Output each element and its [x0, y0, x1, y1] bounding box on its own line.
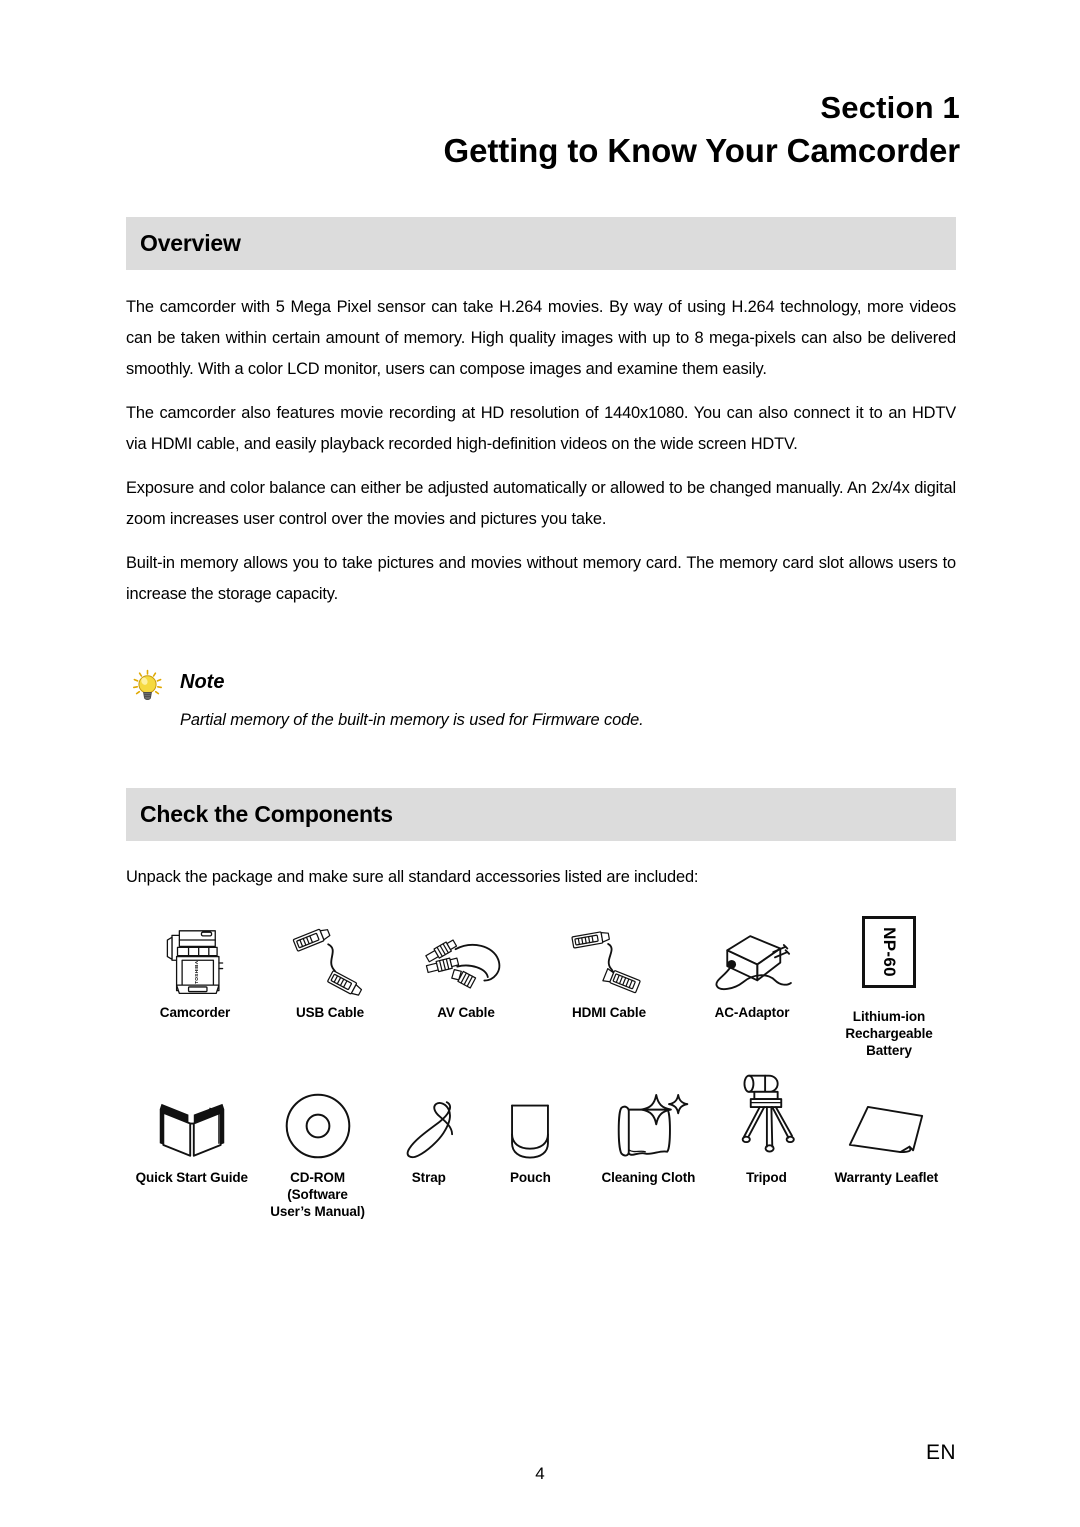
components-section-header: Check the Components — [126, 788, 956, 841]
components-intro: Unpack the package and make sure all sta… — [126, 868, 699, 886]
component-cleaning-cloth: Cleaning Cloth — [581, 1071, 716, 1186]
document-page: Section 1 Getting to Know Your Camcorder… — [0, 0, 1080, 1527]
component-label: AC-Adaptor — [714, 1005, 790, 1020]
component-label: Strap — [411, 1170, 446, 1185]
note-text: Partial memory of the built-in memory is… — [180, 711, 644, 729]
component-warranty-leaflet: Warranty Leaflet — [817, 1071, 956, 1186]
note-header: Note — [126, 668, 956, 704]
component-usb-cable: USB Cable — [264, 912, 396, 1021]
components-grid: TOSHIBA Camcorder USB Cable AV Cable HDM… — [126, 912, 956, 1220]
component-label: AV Cable — [437, 1005, 495, 1020]
component-label: Warranty Leaflet — [834, 1170, 939, 1185]
components-intro-wrap: Unpack the package and make sure all sta… — [126, 862, 956, 893]
overview-body: The camcorder with 5 Mega Pixel sensor c… — [126, 292, 956, 610]
page-title: Getting to Know Your Camcorder — [443, 132, 961, 169]
component-label: Pouch — [509, 1170, 551, 1185]
cleaning-cloth-icon — [581, 1071, 716, 1163]
component-camcorder: TOSHIBA Camcorder — [126, 912, 264, 1021]
component-label: HDMI Cable — [571, 1005, 646, 1020]
overview-paragraph-4: Built-in memory allows you to take pictu… — [126, 554, 956, 603]
battery-model-label: NP-60 — [880, 927, 899, 977]
component-strap: Strap — [378, 1071, 481, 1186]
component-cd-rom: CD-ROM (Software User’s Manual) — [258, 1071, 378, 1220]
strap-icon — [378, 1071, 481, 1163]
overview-heading: Overview — [140, 230, 241, 256]
component-av-cable: AV Cable — [396, 912, 536, 1021]
hdmi-cable-icon — [536, 912, 682, 998]
warranty-leaflet-icon — [817, 1071, 956, 1163]
component-label: Camcorder — [159, 1005, 231, 1020]
component-battery: NP-60 Lithium-ion Rechargeable Battery — [822, 912, 956, 1059]
note-title: Note — [180, 671, 225, 693]
footer-language: EN — [926, 1441, 956, 1464]
section-label: Section 1 — [820, 90, 960, 125]
battery-body: NP-60 — [862, 916, 916, 988]
av-cable-icon — [396, 912, 536, 998]
overview-paragraph-1: The camcorder with 5 Mega Pixel sensor c… — [126, 298, 956, 378]
component-pouch: Pouch — [480, 1071, 581, 1186]
component-label: USB Cable — [295, 1005, 365, 1020]
battery-icon: NP-60 — [822, 912, 956, 1002]
components-row-2: Quick Start Guide CD-ROM (Software User’… — [126, 1071, 956, 1220]
component-label: Tripod — [746, 1170, 787, 1185]
component-quick-start-guide: Quick Start Guide — [126, 1071, 258, 1186]
usb-cable-icon — [264, 912, 396, 998]
tripod-icon — [716, 1071, 817, 1163]
note-block: Note Partial memory of the built-in memo… — [126, 668, 956, 734]
components-heading: Check the Components — [140, 801, 393, 827]
cd-rom-icon — [258, 1071, 378, 1163]
component-label: Cleaning Cloth — [601, 1170, 696, 1185]
component-hdmi-cable: HDMI Cable — [536, 912, 682, 1021]
component-label: CD-ROM (Software User’s Manual) — [270, 1170, 365, 1219]
overview-section-header: Overview — [126, 217, 956, 270]
camcorder-icon: TOSHIBA — [126, 912, 264, 998]
components-row-1: TOSHIBA Camcorder USB Cable AV Cable HDM… — [126, 912, 956, 1059]
ac-adaptor-icon — [682, 912, 822, 998]
overview-paragraph-2: The camcorder also features movie record… — [126, 404, 956, 453]
component-label: Lithium-ion Rechargeable Battery — [845, 1009, 933, 1058]
lightbulb-icon — [130, 668, 166, 704]
page-title-block: Section 1 Getting to Know Your Camcorder — [120, 88, 961, 174]
footer-page-number: 4 — [535, 1464, 545, 1483]
overview-paragraph-3: Exposure and color balance can either be… — [126, 479, 956, 528]
pouch-icon — [480, 1071, 581, 1163]
camcorder-brand-text: TOSHIBA — [194, 960, 200, 984]
component-tripod: Tripod — [716, 1071, 817, 1186]
quick-start-guide-icon — [126, 1071, 258, 1163]
component-ac-adaptor: AC-Adaptor — [682, 912, 822, 1021]
component-label: Quick Start Guide — [135, 1170, 248, 1185]
